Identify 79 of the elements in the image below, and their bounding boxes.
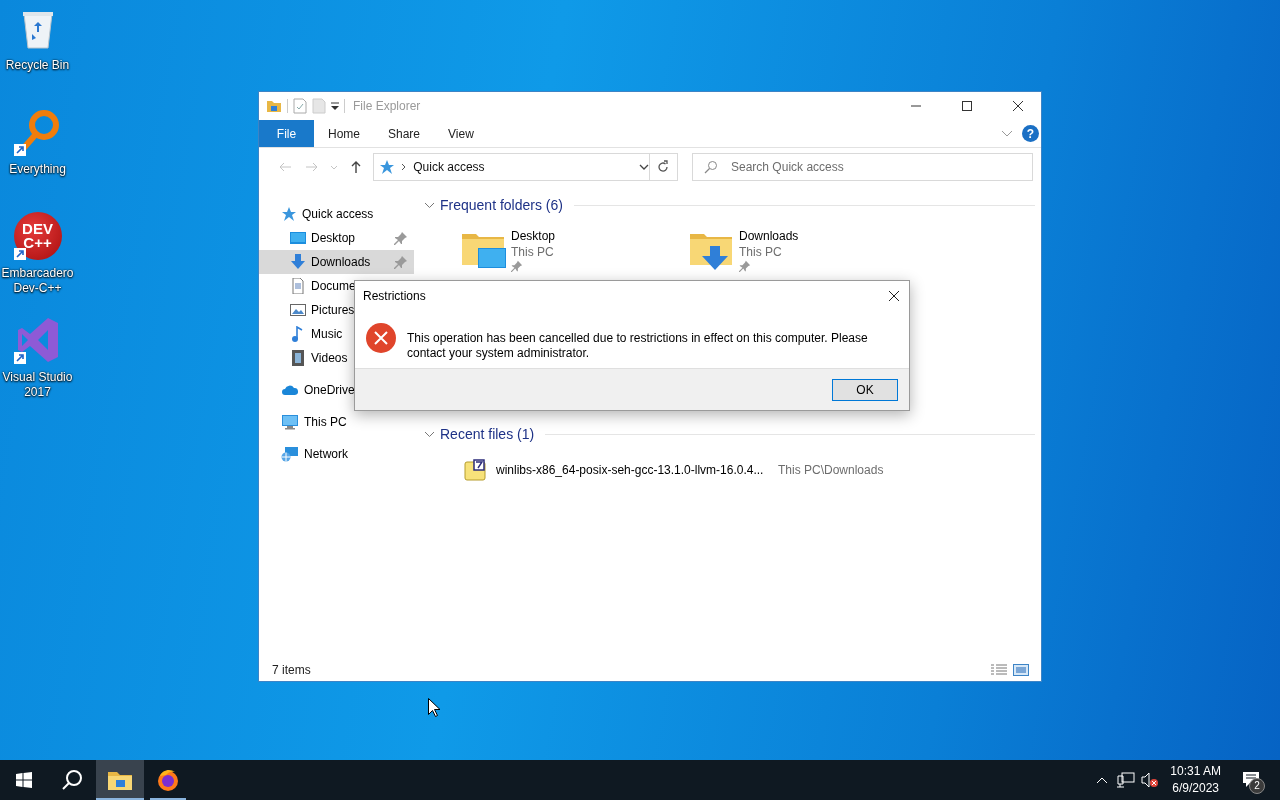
dropdown-icon[interactable]: [331, 101, 339, 111]
nav-pane-item[interactable]: Quick access: [259, 202, 414, 226]
volume-icon: [1141, 772, 1160, 788]
breadcrumb-chevron-icon: [401, 163, 408, 171]
icon-label: Recycle Bin: [4, 58, 71, 73]
icon-label: Embarcadero Dev-C++: [0, 266, 75, 296]
error-message: This operation has been cancelled due to restrictions in effect on this computer. Please contact your system administrator.: [407, 331, 869, 361]
refresh-icon: [656, 160, 671, 174]
mouse-pointer-icon: [428, 698, 440, 717]
star-icon: [379, 159, 396, 175]
download-icon: [290, 254, 306, 270]
search-icon: [61, 769, 83, 791]
pin-icon: [739, 260, 751, 272]
icon-label: Visual Studio 2017: [1, 370, 74, 400]
ribbon-tab[interactable]: View: [434, 120, 488, 147]
network-icon: [1117, 772, 1136, 788]
star-icon: [281, 206, 297, 222]
close-icon: [1012, 100, 1024, 112]
maximize-icon: [961, 100, 973, 112]
address-bar[interactable]: Quick access: [373, 153, 649, 181]
help-button[interactable]: ?: [1022, 125, 1039, 142]
folder-location: This PC: [511, 244, 555, 260]
shortcut-arrow-icon: [13, 248, 26, 260]
file-menu-tab[interactable]: File: [259, 120, 314, 147]
nav-pane-item[interactable]: Desktop: [259, 226, 414, 250]
error-icon: [365, 322, 397, 354]
dropdown-chevron-icon[interactable]: [638, 164, 649, 170]
search-field[interactable]: Search Quick access: [692, 153, 1033, 181]
back-arrow-icon: [277, 160, 292, 174]
shortcut-arrow-icon: [13, 352, 26, 364]
notification-count: 2: [1249, 778, 1265, 794]
folder-tile[interactable]: Desktop This PC: [460, 228, 688, 274]
section-header[interactable]: Frequent folders (6): [424, 194, 1035, 216]
properties-icon[interactable]: [293, 98, 307, 114]
nav-pane-item[interactable]: OneDrive: [259, 378, 414, 402]
file-name[interactable]: winlibs-x86_64-posix-seh-gcc-13.1.0-llvm-16.0.4...: [496, 463, 778, 477]
item-count: 7 items: [272, 663, 311, 677]
section-header[interactable]: Recent files (1): [424, 423, 1035, 445]
network-icon: [281, 446, 299, 462]
chevron-down-icon[interactable]: [1001, 129, 1013, 138]
file-location: This PC\Downloads: [778, 463, 884, 477]
film-icon: [290, 350, 306, 366]
windows-logo-icon: [16, 772, 32, 788]
document-icon: [290, 278, 306, 294]
dialog-title: Restrictions: [363, 288, 426, 303]
ribbon-tab[interactable]: Home: [314, 120, 374, 147]
app-logo: DEV C++: [13, 212, 62, 260]
notifications-button[interactable]: 2: [1229, 760, 1273, 800]
refresh-button[interactable]: [648, 153, 678, 181]
archive-icon: [464, 459, 486, 481]
desktop-shortcut[interactable]: Recycle Bin: [0, 0, 75, 104]
folder-tile[interactable]: Downloads This PC: [688, 228, 916, 274]
ribbon-tab[interactable]: Share: [374, 120, 435, 147]
nav-pane-item[interactable]: Downloads: [259, 250, 414, 274]
desktop-shortcut[interactable]: Everything: [0, 104, 75, 208]
computer-icon: [281, 414, 299, 430]
folder-name: Desktop: [511, 228, 556, 244]
folder-name: Downloads: [739, 228, 799, 244]
clock[interactable]: 10:31 AM 6/9/2023: [1162, 763, 1229, 797]
close-icon: [888, 289, 900, 302]
desktop-icon: [290, 230, 306, 246]
ok-button[interactable]: OK: [832, 378, 898, 401]
forward-arrow-icon: [305, 160, 320, 174]
desktop-shortcut[interactable]: Visual Studio 2017: [0, 312, 75, 416]
pin-icon: [394, 255, 408, 269]
address-text: Quick access: [413, 160, 486, 174]
window-title: File Explorer: [353, 99, 421, 113]
icon-label: Everything: [8, 162, 67, 177]
file-explorer-button[interactable]: [96, 760, 144, 800]
pin-icon: [511, 260, 523, 272]
folder-icon: [266, 98, 282, 114]
large-icons-view-icon[interactable]: [1013, 664, 1029, 676]
folder-icon: [108, 770, 132, 790]
shortcut-arrow-icon: [13, 144, 26, 156]
picture-icon: [290, 302, 306, 318]
pin-icon: [394, 231, 408, 245]
nav-pane-item[interactable]: Network: [259, 442, 414, 466]
folder-location: This PC: [739, 244, 783, 260]
desktop-shortcut[interactable]: DEV C++ Embarcadero Dev-C++: [0, 208, 75, 312]
